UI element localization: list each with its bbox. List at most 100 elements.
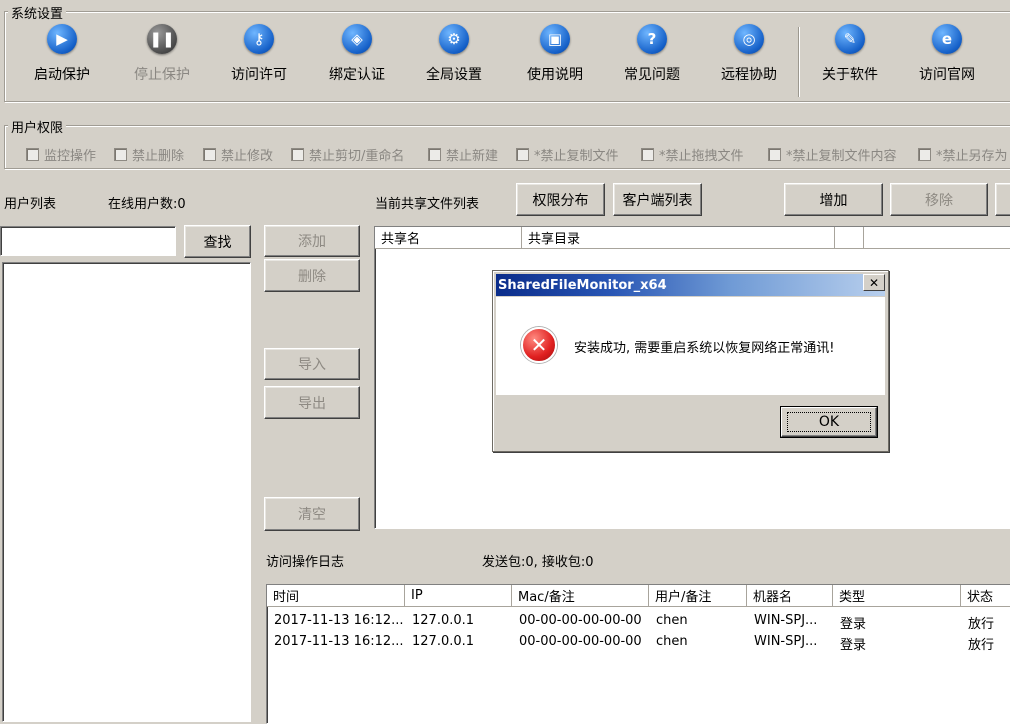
toolbar-button-label: 关于软件 <box>822 67 878 83</box>
toolbar-button-1[interactable]: ❚❚ 停止保护 <box>117 24 207 90</box>
toolbar-button-6[interactable]: ? 常见问题 <box>607 24 697 90</box>
checkbox-icon[interactable] <box>641 148 654 161</box>
toolbar-button-3[interactable]: ◈ 绑定认证 <box>312 24 402 90</box>
user-search-input[interactable] <box>0 226 176 256</box>
log-column-header[interactable]: 机器名 <box>747 585 833 607</box>
column-extra-2[interactable] <box>864 227 1010 249</box>
checkbox-icon[interactable] <box>203 148 216 161</box>
shared-files-label: 当前共享文件列表 <box>375 197 480 212</box>
permission-label: 监控操作 <box>44 149 97 164</box>
permission-checkbox[interactable]: 禁止剪切/重命名 <box>291 145 404 164</box>
checkbox-icon[interactable] <box>26 148 39 161</box>
log-cell: 放行 <box>968 638 995 653</box>
system-settings-title: 系统设置 <box>8 3 67 22</box>
checkbox-icon[interactable] <box>516 148 529 161</box>
table-row[interactable]: 2017-11-13 16:12... 127.0.0.1 00-00-00-00-… <box>267 611 1010 632</box>
ok-focus-rect <box>787 412 871 432</box>
log-column-header[interactable]: 类型 <box>833 585 961 607</box>
play-icon: ▶ <box>47 24 77 54</box>
toolbar-button-8[interactable]: ✎ 关于软件 <box>805 24 895 90</box>
table-row[interactable]: 2017-11-13 16:12... 127.0.0.1 00-00-00-00-… <box>267 632 1010 653</box>
shield-icon: ◈ <box>342 24 372 54</box>
add-user-button[interactable]: 添加 <box>264 225 360 257</box>
column-share-name[interactable]: 共享名 <box>375 227 522 249</box>
online-users-count: 在线用户数:0 <box>108 197 186 212</box>
toolbar-button-label: 停止保护 <box>134 67 190 83</box>
ie-icon: e <box>932 24 962 54</box>
message-dialog: SharedFileMonitor_x64 ✕ ✕ 安装成功, 需要重启系统以恢… <box>492 270 889 452</box>
log-cell: WIN-SPJ... <box>754 613 818 628</box>
permission-label: 禁止修改 <box>221 149 274 164</box>
pause-icon: ❚❚ <box>147 24 177 54</box>
extra-button[interactable] <box>995 183 1010 216</box>
log-column-header[interactable]: 时间 <box>267 585 405 607</box>
access-log-table[interactable]: 时间 IP Mac/备注 用户/备注 机器名 类型 状态 2017-11-13 16:12.… <box>266 584 1010 724</box>
permission-label: *禁止复制文件 <box>534 149 619 164</box>
client-list-button[interactable]: 客户端列表 <box>613 183 702 216</box>
dialog-message: 安装成功, 需要重启系统以恢复网络正常通讯! <box>574 341 835 356</box>
permission-checkbox[interactable]: 禁止新建 <box>428 145 498 164</box>
export-button[interactable]: 导出 <box>264 386 360 419</box>
permission-checkbox[interactable]: *禁止另存为 <box>918 145 1008 164</box>
checkbox-icon[interactable] <box>114 148 127 161</box>
dialog-body: ✕ 安装成功, 需要重启系统以恢复网络正常通讯! <box>496 297 885 395</box>
permission-label: *禁止拖拽文件 <box>659 149 744 164</box>
toolbar-button-4[interactable]: ⚙ 全局设置 <box>409 24 499 90</box>
permission-label: *禁止另存为 <box>936 149 1008 164</box>
permission-checkbox[interactable]: *禁止复制文件 <box>516 145 619 164</box>
log-cell: 2017-11-13 16:12... <box>274 634 404 649</box>
checkbox-icon[interactable] <box>291 148 304 161</box>
checkbox-icon[interactable] <box>428 148 441 161</box>
toolbar-button-5[interactable]: ▣ 使用说明 <box>510 24 600 90</box>
permission-checkbox[interactable]: *禁止拖拽文件 <box>641 145 744 164</box>
user-list-label: 用户列表 <box>4 197 57 212</box>
permission-checkbox[interactable]: 监控操作 <box>26 145 96 164</box>
toolbar-button-7[interactable]: ◎ 远程协助 <box>704 24 794 90</box>
delete-user-button[interactable]: 删除 <box>264 259 360 292</box>
ok-button[interactable]: OK <box>781 407 877 437</box>
log-cell: 放行 <box>968 617 995 632</box>
question-icon: ? <box>637 24 667 54</box>
checkbox-icon[interactable] <box>918 148 931 161</box>
close-icon[interactable]: ✕ <box>863 274 885 291</box>
permission-label: 禁止剪切/重命名 <box>309 149 405 164</box>
document-icon: ✎ <box>835 24 865 54</box>
toolbar-button-label: 访问官网 <box>919 67 975 83</box>
log-cell: 00-00-00-00-00-00 <box>519 613 642 628</box>
permission-distribution-button[interactable]: 权限分布 <box>516 183 605 216</box>
log-cell: 127.0.0.1 <box>412 634 475 649</box>
permission-label: 禁止新建 <box>446 149 499 164</box>
toolbar-button-2[interactable]: ⚷ 访问许可 <box>214 24 304 90</box>
log-cell: chen <box>656 613 688 628</box>
column-share-dir[interactable]: 共享目录 <box>522 227 835 249</box>
log-cell: 00-00-00-00-00-00 <box>519 634 642 649</box>
toolbar-button-label: 常见问题 <box>624 67 680 83</box>
error-icon: ✕ <box>521 327 557 363</box>
checkbox-icon[interactable] <box>768 148 781 161</box>
clear-button[interactable]: 清空 <box>264 497 360 531</box>
permission-label: 禁止删除 <box>132 149 185 164</box>
toolbar-button-9[interactable]: e 访问官网 <box>902 24 992 90</box>
permission-checkbox[interactable]: 禁止删除 <box>114 145 184 164</box>
permission-label: *禁止复制文件内容 <box>786 149 897 164</box>
log-cell: 登录 <box>840 617 867 632</box>
add-share-button[interactable]: 增加 <box>784 183 883 216</box>
column-extra-1[interactable] <box>835 227 864 249</box>
book-icon: ▣ <box>540 24 570 54</box>
remove-share-button[interactable]: 移除 <box>890 183 988 216</box>
permission-checkbox[interactable]: 禁止修改 <box>203 145 273 164</box>
log-cell: 127.0.0.1 <box>412 613 475 628</box>
log-cell: chen <box>656 634 688 649</box>
packet-counter: 发送包:0, 接收包:0 <box>482 555 594 570</box>
user-list-box[interactable] <box>2 262 251 722</box>
log-column-header[interactable]: 状态 <box>961 585 1010 607</box>
permission-checkbox[interactable]: *禁止复制文件内容 <box>768 145 897 164</box>
toolbar-button-0[interactable]: ▶ 启动保护 <box>17 24 107 90</box>
log-column-header[interactable]: 用户/备注 <box>649 585 747 607</box>
toolbar-button-label: 访问许可 <box>231 67 287 83</box>
search-button[interactable]: 查找 <box>184 225 251 258</box>
log-column-header[interactable]: Mac/备注 <box>512 585 649 607</box>
import-button[interactable]: 导入 <box>264 348 360 380</box>
log-cell: WIN-SPJ... <box>754 634 818 649</box>
log-column-header[interactable]: IP <box>405 585 512 607</box>
